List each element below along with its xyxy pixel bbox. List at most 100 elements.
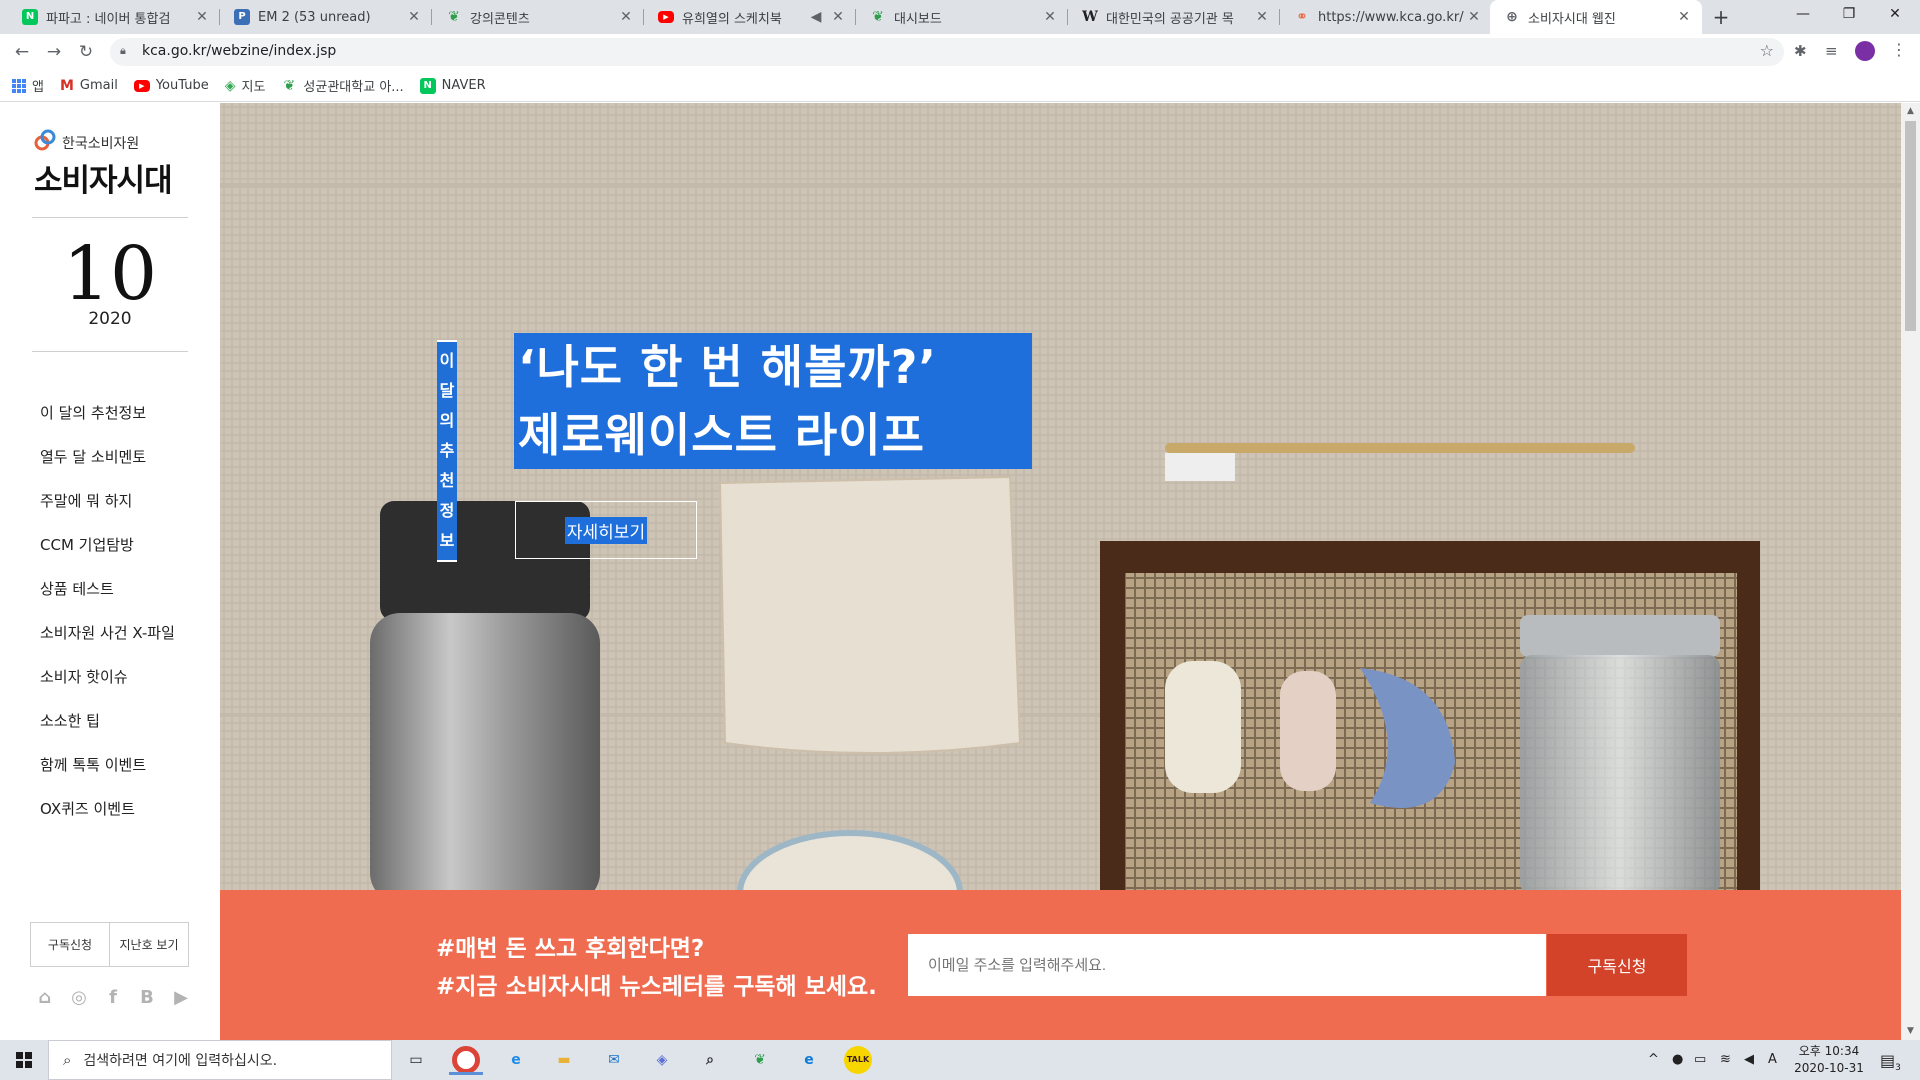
restore-button[interactable]: ❐	[1826, 0, 1872, 30]
bookmark-youtube[interactable]: ▶ YouTube	[133, 78, 209, 93]
close-icon[interactable]: ✕	[1042, 9, 1058, 25]
nav-item-tips[interactable]: 소소한 팁	[40, 711, 175, 755]
app-icon[interactable]: ◈	[648, 1046, 676, 1074]
tab-wikipedia[interactable]: W 대한민국의 공공기관 목 ✕	[1068, 0, 1280, 34]
nav-item-recommended[interactable]: 이 달의 추천정보	[40, 403, 175, 447]
bookmark-skku[interactable]: ❦ 성균관대학교 아...	[281, 76, 404, 96]
scroll-up-arrow-icon[interactable]: ▲	[1901, 103, 1920, 120]
mail-icon[interactable]: ✉	[600, 1046, 628, 1074]
ime-indicator[interactable]: A	[1768, 1052, 1777, 1067]
youtube-icon[interactable]: ▶	[170, 987, 192, 1009]
tab-title: 소비자시대 웹진	[1528, 11, 1616, 27]
browser-toolbar: ← → ↻ 🔒︎ kca.go.kr/webzine/index.jsp ☆ ✱…	[0, 34, 1920, 70]
nav-item-weekend[interactable]: 주말에 뭐 하지	[40, 491, 175, 535]
tab-papago[interactable]: N 파파고 : 네이버 통합검 ✕	[8, 0, 220, 34]
nav-item-ccm[interactable]: CCM 기업탐방	[40, 535, 175, 579]
reload-button[interactable]: ↻	[74, 40, 98, 64]
webzine-page: 한국소비자원 소비자시대 10 2020 이 달의 추천정보 열두 달 소비멘토…	[0, 103, 1920, 1040]
tab-title: 유희열의 스케치북	[682, 11, 782, 27]
nav-item-event[interactable]: 함께 톡톡 이벤트	[40, 755, 175, 799]
bookmark-naver[interactable]: N NAVER	[419, 77, 486, 94]
tab-lecture-content[interactable]: ❦ 강의콘텐츠 ✕	[432, 0, 644, 34]
newsletter-email-input[interactable]	[908, 934, 1546, 996]
notification-center-icon[interactable]: ▤3	[1880, 1051, 1901, 1073]
leaf-icon: ❦	[448, 9, 460, 25]
windows-logo-icon	[16, 1052, 32, 1068]
tray-expand-icon[interactable]: ^	[1648, 1052, 1659, 1067]
lock-icon[interactable]: 🔒︎	[120, 44, 126, 58]
search-app-icon[interactable]: ⌕	[696, 1046, 724, 1074]
task-view-icon[interactable]: ▭	[402, 1046, 430, 1074]
divider	[32, 217, 188, 218]
facebook-icon[interactable]: f	[102, 987, 124, 1009]
media-control-icon[interactable]: ≡	[1825, 42, 1838, 60]
forward-button[interactable]: →	[42, 40, 66, 64]
leaf-app-icon[interactable]: ❦	[746, 1046, 774, 1074]
microphone-icon[interactable]: ●	[1672, 1052, 1683, 1067]
extensions-icon[interactable]: ✱	[1794, 42, 1807, 60]
sidebar-nav: 이 달의 추천정보 열두 달 소비멘토 주말에 뭐 하지 CCM 기업탐방 상품…	[40, 403, 175, 843]
kca-icon: ⚭	[1296, 9, 1308, 25]
nav-item-hot-issue[interactable]: 소비자 핫이슈	[40, 667, 175, 711]
back-button[interactable]: ←	[10, 40, 34, 64]
kakaotalk-icon[interactable]: TALK	[844, 1046, 872, 1074]
address-bar[interactable]: 🔒︎ kca.go.kr/webzine/index.jsp ☆	[110, 38, 1784, 66]
minimize-button[interactable]: —	[1780, 0, 1826, 30]
battery-icon[interactable]: ▭	[1694, 1052, 1706, 1067]
speaker-icon[interactable]: ◀	[808, 9, 824, 25]
profile-avatar[interactable]	[1855, 41, 1875, 61]
nav-item-mentor[interactable]: 열두 달 소비멘토	[40, 447, 175, 491]
close-icon[interactable]: ✕	[194, 9, 210, 25]
tab-kca[interactable]: ⚭ https://www.kca.go.kr/ ✕	[1280, 0, 1492, 34]
scroll-thumb[interactable]	[1905, 121, 1916, 331]
tab-title: 대한민국의 공공기관 목	[1106, 11, 1234, 27]
scroll-down-arrow-icon[interactable]: ▼	[1901, 1023, 1920, 1040]
bookmark-apps[interactable]: 앱	[12, 76, 44, 95]
close-icon[interactable]: ✕	[1676, 9, 1692, 25]
taskbar-search[interactable]: ⌕ 검색하려면 여기에 입력하십시오.	[48, 1040, 392, 1080]
tab-sketchbook[interactable]: ▶ 유희열의 스케치북 ◀ ✕	[644, 0, 856, 34]
taskbar-clock[interactable]: 오후 10:34 2020-10-31	[1790, 1043, 1868, 1077]
start-button[interactable]	[0, 1040, 48, 1080]
notification-count: 3	[1895, 1063, 1901, 1074]
newsletter-copy: #매번 돈 쓰고 후회한다면? #지금 소비자시대 뉴스레터를 구독해 보세요.	[436, 930, 877, 1006]
blog-icon[interactable]: B	[136, 987, 158, 1009]
internet-explorer-icon[interactable]: e	[502, 1046, 530, 1074]
volume-icon[interactable]: ◀	[1744, 1052, 1754, 1067]
file-explorer-icon[interactable]: ▬	[550, 1046, 578, 1074]
wifi-icon[interactable]: ≋	[1720, 1052, 1731, 1067]
nav-item-ox-quiz[interactable]: OX퀴즈 이벤트	[40, 799, 175, 843]
close-icon[interactable]: ✕	[406, 9, 422, 25]
hero-banner[interactable]: 이달의추천정보 ‘나도 한 번 해볼까?’ 제로웨이스트 라이프 자세히보기	[220, 103, 1901, 890]
clock-time: 오후 10:34	[1798, 1044, 1860, 1058]
close-icon[interactable]: ✕	[1254, 9, 1270, 25]
bookmark-maps[interactable]: ◈ 지도	[225, 76, 266, 96]
naver-icon: N	[22, 9, 38, 25]
instagram-icon[interactable]: ◎	[68, 987, 90, 1009]
p-icon: P	[234, 9, 250, 25]
subscribe-button[interactable]: 구독신청	[31, 923, 109, 966]
home-icon[interactable]: ⌂	[34, 987, 56, 1009]
new-tab-button[interactable]: +	[1708, 4, 1734, 30]
nav-item-x-file[interactable]: 소비자원 사건 X-파일	[40, 623, 175, 667]
back-issues-button[interactable]: 지난호 보기	[109, 923, 188, 966]
bookmark-star-icon[interactable]: ☆	[1760, 41, 1774, 60]
tab-webzine[interactable]: ⊕ 소비자시대 웹진 ✕	[1490, 0, 1702, 34]
edge-icon[interactable]: e	[795, 1046, 823, 1074]
bookmark-gmail[interactable]: M Gmail	[60, 78, 118, 94]
close-icon[interactable]: ✕	[1466, 9, 1482, 25]
browser-menu-icon[interactable]: ⋮	[1891, 40, 1907, 59]
newsletter-subscribe-button[interactable]: 구독신청	[1547, 934, 1687, 996]
wikipedia-icon: W	[1082, 9, 1098, 25]
window-close-button[interactable]: ✕	[1872, 0, 1918, 30]
read-more-button[interactable]: 자세히보기	[515, 501, 697, 559]
close-icon[interactable]: ✕	[618, 9, 634, 25]
close-icon[interactable]: ✕	[830, 9, 846, 25]
social-links: ⌂ ◎ f B ▶	[34, 987, 192, 1009]
tab-em2[interactable]: P EM 2 (53 unread) ✕	[220, 0, 432, 34]
tab-dashboard[interactable]: ❦ 대시보드 ✕	[856, 0, 1068, 34]
nav-item-product-test[interactable]: 상품 테스트	[40, 579, 175, 623]
category-label: 이달의추천정보	[437, 340, 457, 562]
chrome-icon[interactable]	[449, 1046, 483, 1075]
page-scrollbar[interactable]: ▲ ▼	[1901, 103, 1920, 1040]
